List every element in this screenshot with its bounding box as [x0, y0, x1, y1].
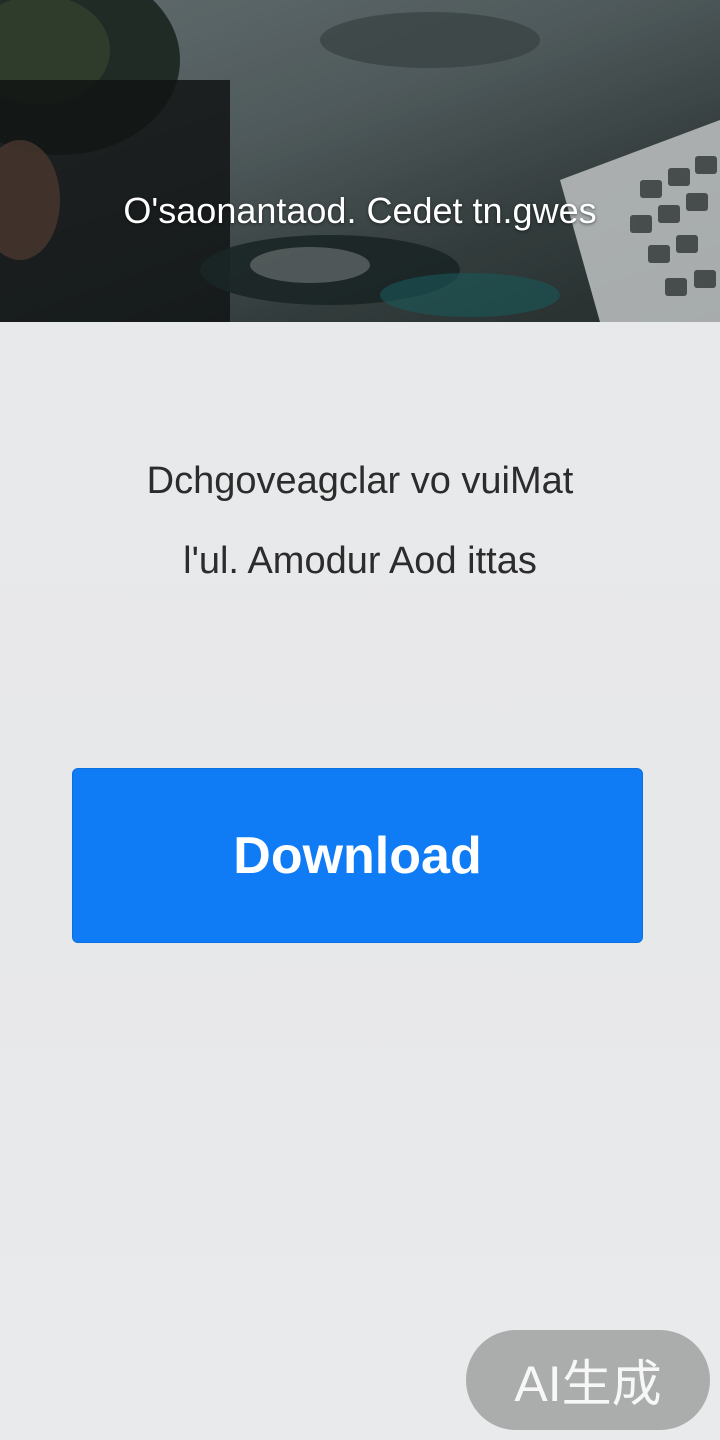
- hero-photo: [0, 0, 720, 322]
- watermark-label: AI生成: [514, 1356, 662, 1412]
- page: O'saonantaod. Cedet tn.gwes Dchgoveagcla…: [0, 0, 720, 1440]
- ai-generated-watermark: AI生成: [466, 1330, 710, 1430]
- description-line-2: l'ul. Amodur Aod ittas: [183, 540, 537, 582]
- description-line-1: Dchgoveagclar vo vuiMat: [146, 460, 574, 502]
- hero-title: O'saonantaod. Cedet tn.gwes: [123, 190, 597, 231]
- download-button[interactable]: Download: [72, 768, 643, 943]
- hero-banner: O'saonantaod. Cedet tn.gwes: [0, 0, 720, 322]
- download-button-label: Download: [233, 826, 482, 885]
